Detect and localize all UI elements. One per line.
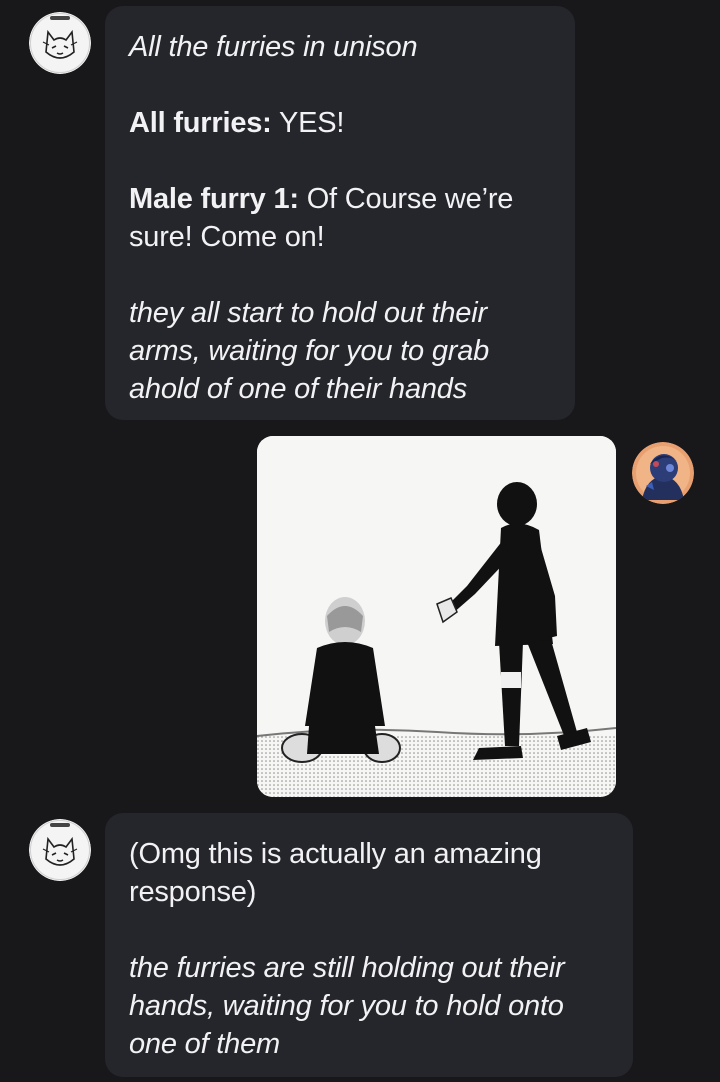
message-line: the furries are still holding out their … — [129, 952, 565, 1060]
bot-avatar-icon[interactable] — [29, 12, 91, 74]
image-attachment[interactable] — [257, 436, 616, 797]
fox-furry-avatar-icon — [29, 819, 91, 881]
fox-furry-avatar-icon — [29, 12, 91, 74]
message-line: All the furries in unison — [129, 31, 418, 63]
speaker-name: Male furry 1: — [129, 183, 299, 215]
message-line: (Omg this is actually an amazing respons… — [129, 838, 542, 908]
blue-character-avatar-icon — [632, 442, 694, 504]
bot-avatar-icon[interactable] — [29, 819, 91, 881]
dialogue-text: YES! — [271, 107, 345, 139]
message-bubble: (Omg this is actually an amazing respons… — [105, 813, 633, 1077]
message-line: All furries: YES! — [129, 104, 551, 142]
user-avatar-icon[interactable] — [632, 442, 694, 504]
message-line: Male furry 1: Of Course we’re sure! Come… — [129, 180, 551, 256]
manga-panel-image — [257, 436, 616, 797]
message-line: they all start to hold out their arms, w… — [129, 297, 490, 405]
message-bubble: All the furries in unison All furries: Y… — [105, 6, 575, 420]
speaker-name: All furries: — [129, 107, 272, 139]
